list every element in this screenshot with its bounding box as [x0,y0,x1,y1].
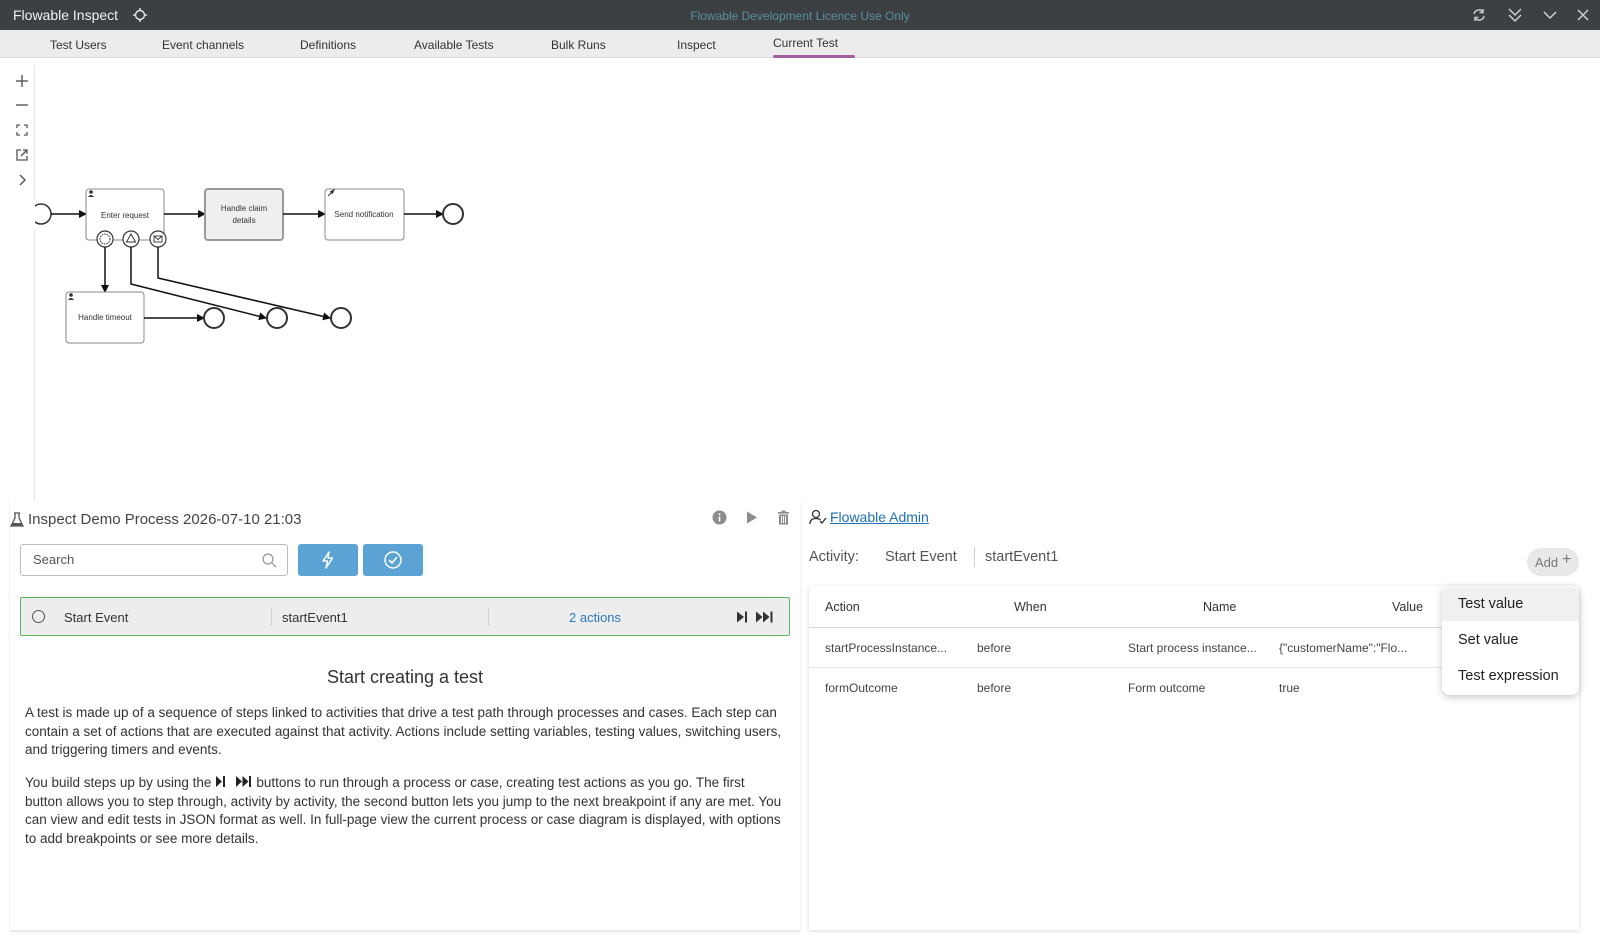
intro-paragraph: You build steps up by using the buttons … [25,774,785,848]
task-label: Handle timeout [78,313,133,322]
task-label: Handle claim [221,204,268,213]
menu-item-label: Test value [1458,596,1524,612]
step-next-icon [216,776,226,787]
search-icon[interactable] [261,552,278,569]
tab-inspect[interactable]: Inspect [677,38,716,52]
column-separator [271,608,272,626]
test-title: Inspect Demo Process 2026-07-10 21:03 [28,511,302,528]
test-step-row[interactable]: Start Event startEvent1 2 actions [20,597,790,636]
menu-item-label: Test expression [1458,668,1559,684]
flask-icon [10,512,24,527]
play-icon[interactable] [743,509,760,526]
activity-id: startEvent1 [985,549,1059,565]
task-label: Send notification [334,210,393,219]
menu-item-label: Set value [1458,632,1519,648]
step-actions-link[interactable]: 2 actions [569,610,621,625]
trigger-event-button[interactable] [298,544,358,576]
trash-icon[interactable] [775,509,792,526]
activity-label: Activity: [809,549,859,565]
menu-item-set-value[interactable]: Set value [1442,623,1579,657]
task-enter-request[interactable]: Enter request [85,188,165,241]
search-field [20,544,288,576]
end-event[interactable] [266,307,288,329]
check-circle-icon [384,551,402,569]
add-action-button[interactable]: Add + [1527,548,1579,576]
cell-value[interactable]: true [1279,681,1300,695]
task-label: details [232,216,255,225]
column-header-action[interactable]: Action [825,600,860,614]
separator [974,547,975,567]
step-radio[interactable] [32,610,45,623]
intro-heading: Start creating a test [326,667,484,687]
tab-test-users[interactable]: Test Users [50,38,107,52]
licence-notice: Flowable Development Licence Use Only [690,9,910,23]
active-tab-indicator [773,55,855,58]
end-event[interactable] [203,307,225,329]
close-icon[interactable] [1574,6,1592,24]
plus-icon: + [1562,551,1572,568]
task-send-notification[interactable]: Send notification [324,188,405,241]
tab-bulk-runs[interactable]: Bulk Runs [551,38,606,52]
step-id: startEvent1 [282,610,348,625]
menu-item-test-value[interactable]: Test value [1442,587,1579,621]
column-separator [488,608,489,626]
column-header-name[interactable]: Name [1203,600,1236,614]
timer-boundary-event[interactable] [96,230,114,248]
step-name: Start Event [64,610,129,625]
user-check-icon [809,509,827,525]
message-boundary-event[interactable] [149,230,167,248]
task-label: Enter request [101,211,150,220]
intro-text: You build steps up by using the [25,775,216,790]
tab-available-tests[interactable]: Available Tests [414,38,494,52]
cell-when[interactable]: before [977,681,1011,695]
cell-action[interactable]: formOutcome [825,681,898,695]
end-event[interactable] [330,307,352,329]
menu-item-test-expression[interactable]: Test expression [1442,659,1579,693]
cell-action[interactable]: startProcessInstance... [825,641,947,655]
task-handle-timeout[interactable]: Handle timeout [65,291,145,344]
step-to-breakpoint-icon [235,776,251,787]
info-icon[interactable] [711,509,728,526]
tab-event-channels[interactable]: Event channels [162,38,244,52]
title-bar: Flowable Inspect Flowable Development Li… [0,0,1600,30]
add-label: Add [1535,555,1559,570]
cell-when[interactable]: before [977,641,1011,655]
task-handle-claim-details[interactable]: Handle claim details [204,188,284,241]
column-header-when[interactable]: When [1014,600,1047,614]
validate-test-button[interactable] [363,544,423,576]
current-user-link[interactable]: Flowable Admin [830,509,929,525]
start-event[interactable] [25,200,52,230]
error-boundary-event[interactable] [122,230,140,248]
cell-name[interactable]: Form outcome [1128,681,1205,695]
refresh-icon[interactable] [1470,6,1488,24]
intro-paragraph: A test is made up of a sequence of steps… [25,705,782,757]
tab-bar: Test Users Event channels Definitions Av… [0,30,1600,58]
process-diagram: Enter request Handle claim details Send … [25,188,464,344]
lightning-icon [322,551,334,569]
cell-name[interactable]: Start process instance... [1128,641,1257,655]
chevron-down-icon[interactable] [1541,6,1559,24]
step-next-icon[interactable] [734,610,750,624]
add-action-menu: Test value Set value Test expression [1442,586,1579,695]
collapse-all-icon[interactable] [1506,6,1524,24]
end-event[interactable] [442,203,464,225]
column-header-value[interactable]: Value [1392,600,1423,614]
activity-name: Start Event [885,549,957,565]
search-input[interactable] [33,552,253,567]
step-to-breakpoint-icon[interactable] [755,610,775,624]
tab-definitions[interactable]: Definitions [300,38,356,52]
cell-value[interactable]: {"customerName":"Flo... [1279,641,1407,655]
tab-current-test[interactable]: Current Test [773,36,838,50]
